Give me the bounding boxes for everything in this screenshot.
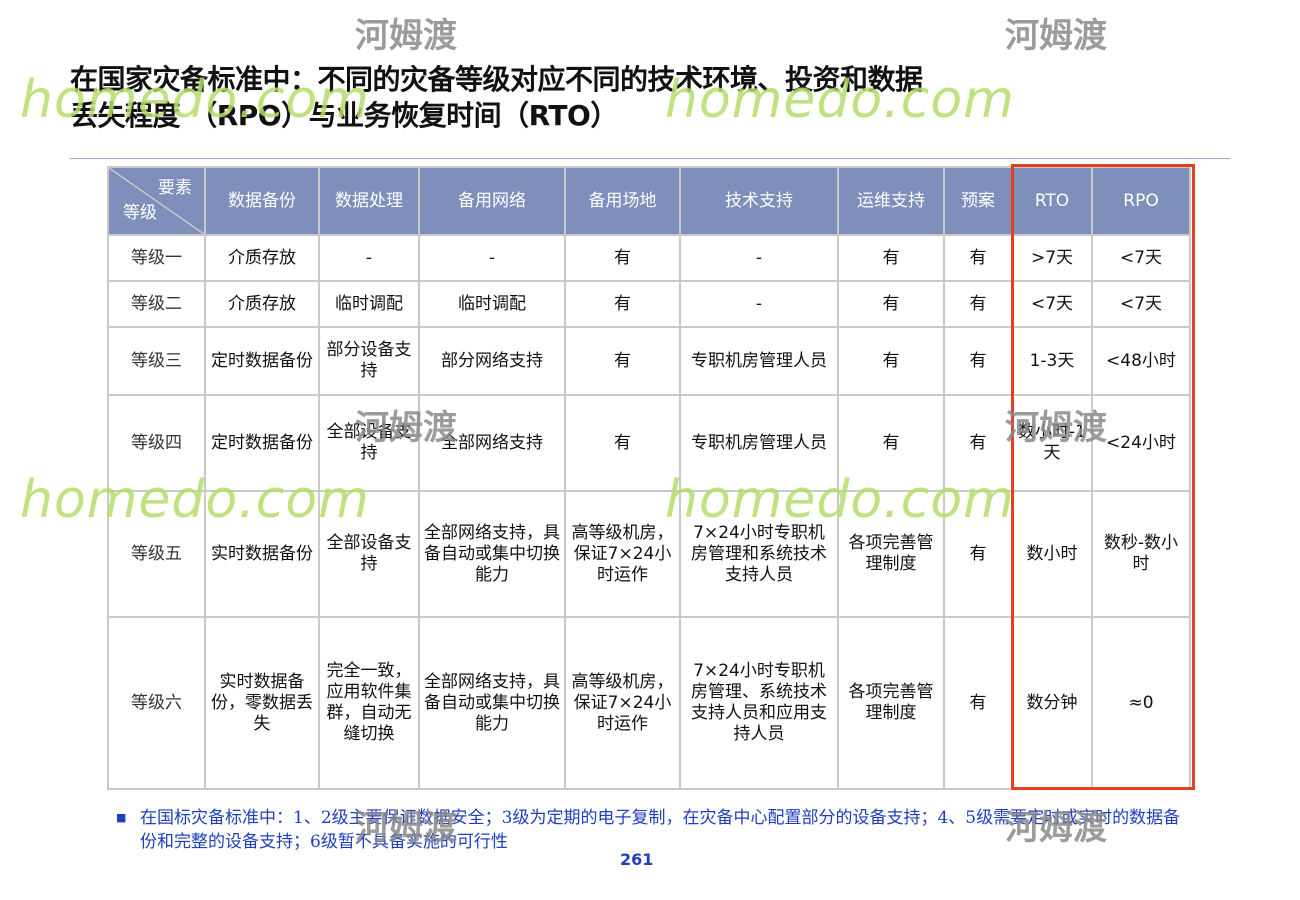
rpo-cell: <7天 (1091, 280, 1191, 328)
watermark: 河姆渡 (355, 8, 457, 57)
table-row: 等级四 定时数据备份 全部设备支持 全部网络支持有专职机房管理人员有有数小时-1天 <2… (107, 394, 1191, 492)
table-cell: 有 (943, 490, 1013, 618)
watermark: 河姆渡 (1005, 8, 1107, 57)
table-cell: 有 (943, 234, 1013, 282)
table-row: 等级二 介质存放 临时调配 临时调配有 - 有有 <7天 <7天 (107, 280, 1191, 328)
footnote: ■ 在国标灾备标准中：1、2级主要保证数据安全；3级为定期的电子复制，在灾备中心… (116, 806, 1186, 854)
table-cell: 全部网络支持，具备自动或集中切换能力 (418, 616, 566, 790)
table-cell: 有 (943, 280, 1013, 328)
table-row: 等级六 实时数据备份，零数据丢失 完全一致，应用软件集群，自动无缝切换 全部网络支持，… (107, 616, 1191, 790)
table-cell: 有 (837, 280, 945, 328)
rpo-cell: ≈0 (1091, 616, 1191, 790)
header-cell: 运维支持 (837, 166, 945, 236)
title-line-1: 在国家灾备标准中：不同的灾备等级对应不同的技术环境、投资和数据 (70, 63, 923, 96)
table-cell: 临时调配 (418, 280, 566, 328)
rpo-cell: <48小时 (1091, 326, 1191, 396)
table-cell: 介质存放 (204, 280, 320, 328)
watermark-cn: 河姆渡 (1005, 16, 1107, 56)
table-cell: 全部设备支持 (318, 394, 420, 492)
table-cell: 有 (564, 326, 681, 396)
table-cell: 全部网络支持，具备自动或集中切换能力 (418, 490, 566, 618)
header-cell-rpo: RPO (1091, 166, 1191, 236)
table-cell: 有 (943, 616, 1013, 790)
table-cell: - (679, 280, 839, 328)
rpo-cell: 数秒-数小时 (1091, 490, 1191, 618)
rto-cell: 数分钟 (1011, 616, 1093, 790)
table-cell: 高等级机房，保证7×24小时运作 (564, 490, 681, 618)
table-header-row: 要素 等级 数据备份 数据处理 备用网络 备用场地 技术支持 运维支持 预案 R… (107, 166, 1191, 236)
table-cell: 全部设备支持 (318, 490, 420, 618)
header-cell: 预案 (943, 166, 1013, 236)
table-cell: 7×24小时专职机房管理、系统技术支持人员和应用支持人员 (679, 616, 839, 790)
table-cell: 专职机房管理人员 (679, 394, 839, 492)
table-cell: 有 (837, 326, 945, 396)
header-cell-rto: RTO (1011, 166, 1093, 236)
page-number: 261 (620, 850, 654, 869)
table-cell: 临时调配 (318, 280, 420, 328)
table-cell: - (679, 234, 839, 282)
rto-cell: 数小时 (1011, 490, 1093, 618)
header-cell: 数据备份 (204, 166, 320, 236)
corner-header: 要素 等级 (107, 166, 206, 236)
rto-cell: 1-3天 (1011, 326, 1093, 396)
rto-cell: >7天 (1011, 234, 1093, 282)
table-cell: 定时数据备份 (204, 326, 320, 396)
level-cell: 等级二 (107, 280, 206, 328)
header-cell: 技术支持 (679, 166, 839, 236)
table-cell: 有 (564, 234, 681, 282)
table-cell: 实时数据备份 (204, 490, 320, 618)
table-cell: 7×24小时专职机房管理和系统技术支持人员 (679, 490, 839, 618)
table-cell: - (318, 234, 420, 282)
header-cell: 数据处理 (318, 166, 420, 236)
level-cell: 等级一 (107, 234, 206, 282)
table-cell: 各项完善管理制度 (837, 490, 945, 618)
watermark-cn: 河姆渡 (355, 16, 457, 56)
table-cell: 全部网络支持 (418, 394, 566, 492)
table-cell: 有 (943, 326, 1013, 396)
header-cell: 备用网络 (418, 166, 566, 236)
level-cell: 等级四 (107, 394, 206, 492)
rpo-cell: <24小时 (1091, 394, 1191, 492)
table-cell: 介质存放 (204, 234, 320, 282)
table-cell: 有 (837, 394, 945, 492)
rto-cell: <7天 (1011, 280, 1093, 328)
table-row: 等级五 实时数据备份 全部设备支持 全部网络支持，具备自动或集中切换能力 高等级机房，保… (107, 490, 1191, 618)
level-cell: 等级六 (107, 616, 206, 790)
dr-level-table: 要素 等级 数据备份 数据处理 备用网络 备用场地 技术支持 运维支持 预案 R… (107, 166, 1191, 790)
header-cell: 备用场地 (564, 166, 681, 236)
table-cell: 部分网络支持 (418, 326, 566, 396)
table-cell: 实时数据备份，零数据丢失 (204, 616, 320, 790)
corner-bottom-label: 等级 (123, 203, 157, 223)
page-title: 在国家灾备标准中：不同的灾备等级对应不同的技术环境、投资和数据 丢失程度 （RP… (70, 62, 1070, 134)
table-cell: 各项完善管理制度 (837, 616, 945, 790)
table-cell: 定时数据备份 (204, 394, 320, 492)
table-cell: 有 (837, 234, 945, 282)
table-cell: 有 (943, 394, 1013, 492)
title-divider (70, 158, 1230, 159)
table-cell: 高等级机房，保证7×24小时运作 (564, 616, 681, 790)
rto-cell: 数小时-1天 (1011, 394, 1093, 492)
rpo-cell: <7天 (1091, 234, 1191, 282)
table-row: 等级一 介质存放 - - 有 - 有有 >7天 <7天 (107, 234, 1191, 282)
corner-top-label: 要素 (158, 178, 192, 198)
footnote-text: 在国标灾备标准中：1、2级主要保证数据安全；3级为定期的电子复制，在灾备中心配置… (140, 808, 1181, 852)
table-cell: 完全一致，应用软件集群，自动无缝切换 (318, 616, 420, 790)
level-cell: 等级五 (107, 490, 206, 618)
bullet-icon: ■ (116, 811, 127, 824)
table-cell: 部分设备支持 (318, 326, 420, 396)
title-line-2: 丢失程度 （RPO）与业务恢复时间（RTO） (70, 99, 618, 132)
table-cell: 有 (564, 280, 681, 328)
table-cell: 专职机房管理人员 (679, 326, 839, 396)
table-cell: 有 (564, 394, 681, 492)
table-row: 等级三 定时数据备份 部分设备支持 部分网络支持有专职机房管理人员有有 1-3天 <48小… (107, 326, 1191, 396)
level-cell: 等级三 (107, 326, 206, 396)
table-cell: - (418, 234, 566, 282)
